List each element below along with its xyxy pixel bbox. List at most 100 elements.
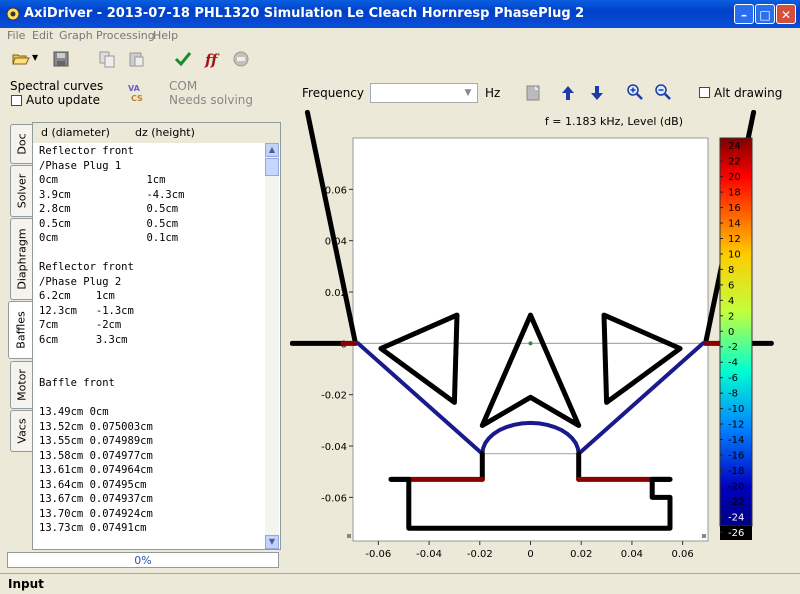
editor-line: Reflector front bbox=[39, 145, 134, 157]
tab-motor[interactable]: Motor bbox=[10, 361, 32, 409]
open-folder-icon[interactable] bbox=[12, 50, 30, 68]
zoom-out-icon[interactable] bbox=[654, 83, 672, 101]
colorbar-label: 20 bbox=[728, 172, 741, 183]
colorbar-label: 8 bbox=[728, 265, 734, 276]
frequency-label: Frequency bbox=[302, 86, 364, 100]
x-tick-label: -0.02 bbox=[467, 549, 493, 560]
colorbar-label: 10 bbox=[728, 249, 741, 260]
arrow-up-icon[interactable] bbox=[561, 84, 575, 102]
colorbar-label: -4 bbox=[728, 358, 738, 369]
x-tick-label: -0.06 bbox=[365, 549, 391, 560]
editor-line: Baffle front bbox=[39, 377, 115, 389]
colorbar-label: -16 bbox=[728, 450, 744, 461]
auto-update-checkbox[interactable] bbox=[11, 95, 22, 106]
editor-line: 13.58cm 0.074977cm bbox=[39, 449, 153, 462]
colorbar-label: -14 bbox=[728, 435, 744, 446]
baffles-text-area[interactable]: Reflector front/Phase Plug 1 0cm 1cm 3.9cm… bbox=[39, 144, 269, 549]
scroll-up-button[interactable]: ▲ bbox=[265, 143, 279, 157]
zoom-in-icon[interactable] bbox=[626, 83, 644, 101]
editor-line: Reflector front bbox=[39, 261, 134, 273]
needs-solving-label: Needs solving bbox=[169, 93, 254, 107]
tab-doc[interactable]: Doc bbox=[10, 124, 32, 164]
menu-help[interactable]: Help bbox=[153, 29, 178, 42]
save-icon[interactable] bbox=[52, 50, 70, 68]
scroll-thumb[interactable] bbox=[265, 158, 279, 176]
editor-line: 13.64cm 0.07495cm bbox=[39, 478, 147, 491]
editor-line: 3.9cm -4.3cm bbox=[39, 188, 185, 201]
editor-line: 0cm 1cm bbox=[39, 174, 166, 186]
main-toolbar: ▼ ff bbox=[0, 44, 300, 74]
auto-update-label[interactable]: Auto update bbox=[26, 93, 100, 107]
x-tick-label: -0.04 bbox=[416, 549, 442, 560]
menu-processing[interactable]: Processing bbox=[96, 29, 155, 42]
open-dropdown-icon[interactable]: ▼ bbox=[32, 53, 38, 62]
tab-diaphragm[interactable]: Diaphragm bbox=[10, 218, 32, 300]
app-icon bbox=[6, 7, 20, 21]
alt-drawing-checkbox[interactable] bbox=[699, 87, 710, 98]
menu-graph[interactable]: Graph bbox=[59, 29, 93, 42]
chevron-down-icon[interactable]: ▼ bbox=[461, 86, 475, 100]
editor-line: 12.3cm -1.3cm bbox=[39, 304, 134, 317]
maximize-button[interactable]: □ bbox=[755, 4, 775, 24]
field-plot[interactable]: f = 1.183 kHz, Level (dB) -0.06 -0.04 -0.0… bbox=[290, 110, 800, 572]
editor-line: 13.55cm 0.074989cm bbox=[39, 435, 153, 447]
y-tick-label: -0.02 bbox=[321, 391, 347, 402]
colorbar: 242220181614121086420-2-4-6-8-10-12-14-1… bbox=[719, 137, 753, 540]
editor-line: 13.52cm 0.075003cm bbox=[39, 420, 153, 433]
chart-toolbar: Frequency ▼ Hz Alt drawing bbox=[300, 80, 800, 110]
plot-corner-handle-right[interactable] bbox=[702, 534, 706, 538]
editor-scrollbar[interactable]: ▲ ▼ bbox=[265, 143, 279, 549]
scroll-down-button[interactable]: ▼ bbox=[265, 535, 279, 549]
export-icon[interactable] bbox=[526, 85, 540, 101]
editor-line: 0cm 0.1cm bbox=[39, 232, 179, 244]
colorbar-label: 14 bbox=[728, 219, 741, 230]
colorbar-label: -8 bbox=[728, 389, 738, 400]
status-bar: Input bbox=[0, 573, 800, 594]
chart-title: f = 1.183 kHz, Level (dB) bbox=[545, 115, 683, 128]
vacs-logo: VA CS bbox=[128, 84, 143, 103]
editor-line: 6cm 3.3cm bbox=[39, 333, 128, 346]
stop-icon[interactable] bbox=[232, 50, 250, 68]
close-button[interactable]: ✕ bbox=[776, 4, 796, 24]
editor-line: 2.8cm 0.5cm bbox=[39, 203, 179, 215]
tab-solver[interactable]: Solver bbox=[10, 165, 32, 217]
colorbar-label: -18 bbox=[728, 466, 744, 477]
copy-icon[interactable] bbox=[98, 50, 116, 68]
y-tick-label: 0.06 bbox=[325, 185, 347, 196]
colorbar-label: -10 bbox=[728, 404, 744, 415]
y-tick-label: -0.06 bbox=[321, 493, 347, 504]
editor-line: 13.70cm 0.074924cm bbox=[39, 507, 153, 520]
editor-line: 0.5cm 0.5cm bbox=[39, 217, 179, 230]
editor-line: 13.67cm 0.074937cm bbox=[39, 493, 153, 505]
com-label: COM bbox=[169, 79, 198, 93]
minimize-button[interactable]: – bbox=[734, 4, 754, 24]
colorbar-label: -22 bbox=[728, 497, 744, 508]
tab-vacs[interactable]: Vacs bbox=[10, 410, 32, 452]
colorbar-label: -2 bbox=[728, 342, 738, 353]
hz-unit-label: Hz bbox=[485, 86, 501, 100]
svg-text:VA: VA bbox=[128, 84, 141, 93]
editor-line: 13.49cm 0cm bbox=[39, 406, 109, 418]
plot-corner-handle-left[interactable] bbox=[347, 534, 351, 538]
status-text: Input bbox=[8, 577, 44, 591]
tab-baffles[interactable]: Baffles bbox=[8, 301, 33, 359]
colorbar-label: 16 bbox=[728, 203, 741, 214]
origin-marker bbox=[528, 341, 533, 346]
colorbar-label: 2 bbox=[728, 311, 734, 322]
arrow-down-icon[interactable] bbox=[590, 84, 604, 102]
menu-file[interactable]: File bbox=[7, 29, 25, 42]
colorbar-label: 12 bbox=[728, 234, 741, 245]
progress-text: 0% bbox=[134, 554, 152, 567]
menu-edit[interactable]: Edit bbox=[32, 29, 53, 42]
frequency-select[interactable]: ▼ bbox=[370, 83, 478, 103]
function-icon[interactable]: ff bbox=[204, 50, 222, 68]
paste-icon[interactable] bbox=[127, 50, 145, 68]
menu-bar: File Edit Graph Processing Help bbox=[0, 28, 800, 44]
alt-drawing-label[interactable]: Alt drawing bbox=[714, 86, 782, 100]
x-tick-label: 0.04 bbox=[621, 549, 643, 560]
check-icon[interactable] bbox=[174, 50, 192, 68]
y-tick-label: -0.04 bbox=[321, 442, 347, 453]
editor-line: 13.61cm 0.074964cm bbox=[39, 464, 153, 476]
